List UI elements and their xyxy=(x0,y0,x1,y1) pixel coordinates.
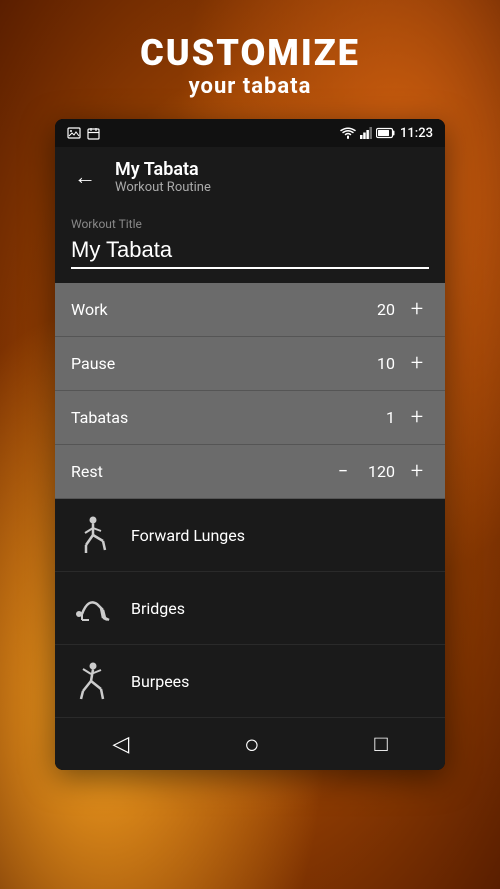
setting-row-rest: Rest − 120 + xyxy=(55,445,445,499)
app-bar-title: My Tabata xyxy=(115,159,211,180)
setting-row-pause: Pause 10 + xyxy=(55,337,445,391)
setting-minus-rest[interactable]: − xyxy=(331,461,355,482)
setting-plus-tabatas[interactable]: + xyxy=(405,405,429,430)
status-right-icons: 11:23 xyxy=(340,126,433,141)
nav-home-button[interactable]: ○ xyxy=(224,725,280,764)
phone-frame: 11:23 ← My Tabata Workout Routine Workou… xyxy=(55,119,445,770)
app-bar-subtitle: Workout Routine xyxy=(115,180,211,195)
setting-plus-pause[interactable]: + xyxy=(405,351,429,376)
navigation-bar: ◁ ○ □ xyxy=(55,718,445,770)
workout-title-input[interactable] xyxy=(71,237,429,269)
battery-icon xyxy=(376,127,396,139)
setting-plus-work[interactable]: + xyxy=(405,297,429,322)
setting-controls-pause: 10 + xyxy=(365,351,429,376)
back-button[interactable]: ← xyxy=(71,164,99,190)
clock: 11:23 xyxy=(400,126,433,141)
exercise-icon-forward-lunges xyxy=(71,513,115,557)
setting-value-work: 20 xyxy=(365,300,395,319)
status-left-icons xyxy=(67,127,100,140)
nav-recents-button[interactable]: □ xyxy=(354,727,407,761)
image-icon xyxy=(67,127,81,139)
header-title: CUSTOMIZE xyxy=(0,32,500,74)
exercise-name-bridges: Bridges xyxy=(131,599,185,618)
status-bar: 11:23 xyxy=(55,119,445,147)
exercise-row-burpees[interactable]: Burpees xyxy=(55,645,445,718)
calendar-icon xyxy=(87,127,100,140)
workout-title-label: Workout Title xyxy=(71,217,429,231)
workout-title-section: Workout Title xyxy=(55,207,445,283)
setting-plus-rest[interactable]: + xyxy=(405,459,429,484)
header-subtitle: your tabata xyxy=(0,74,500,99)
setting-row-work: Work 20 + xyxy=(55,283,445,337)
setting-controls-work: 20 + xyxy=(365,297,429,322)
exercise-name-forward-lunges: Forward Lunges xyxy=(131,526,245,545)
exercise-name-burpees: Burpees xyxy=(131,672,189,691)
wifi-icon xyxy=(340,127,356,139)
settings-section: Work 20 + Pause 10 + Tabatas 1 + Rest xyxy=(55,283,445,499)
nav-back-button[interactable]: ◁ xyxy=(92,728,149,761)
signal-icon xyxy=(360,127,372,139)
setting-row-tabatas: Tabatas 1 + xyxy=(55,391,445,445)
setting-label-tabatas: Tabatas xyxy=(71,408,128,427)
setting-label-pause: Pause xyxy=(71,354,115,373)
setting-value-pause: 10 xyxy=(365,354,395,373)
app-bar: ← My Tabata Workout Routine xyxy=(55,147,445,207)
exercise-row-bridges[interactable]: Bridges xyxy=(55,572,445,645)
exercise-row-forward-lunges[interactable]: Forward Lunges xyxy=(55,499,445,572)
app-bar-titles: My Tabata Workout Routine xyxy=(115,159,211,195)
exercise-icon-burpees xyxy=(71,659,115,703)
setting-controls-tabatas: 1 + xyxy=(365,405,429,430)
header-section: CUSTOMIZE your tabata xyxy=(0,0,500,119)
setting-controls-rest: − 120 + xyxy=(331,459,429,484)
exercises-section: Forward Lunges xyxy=(55,499,445,718)
setting-value-tabatas: 1 xyxy=(365,408,395,427)
setting-label-rest: Rest xyxy=(71,462,103,481)
setting-label-work: Work xyxy=(71,300,108,319)
setting-value-rest: 120 xyxy=(365,462,395,481)
exercise-icon-bridges xyxy=(71,586,115,630)
